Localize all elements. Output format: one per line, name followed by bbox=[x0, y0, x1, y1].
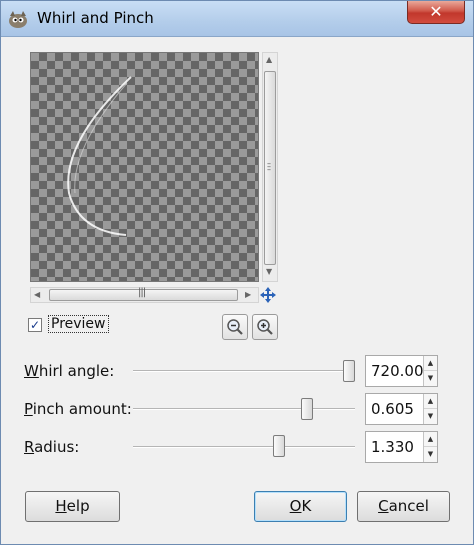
close-icon: ✕ bbox=[429, 2, 443, 21]
preview-checkbox[interactable]: ✓ bbox=[28, 318, 42, 332]
whirl-angle-slider[interactable] bbox=[133, 370, 355, 372]
pinch-amount-label: Pinch amount: bbox=[24, 400, 132, 418]
ok-button[interactable]: OK bbox=[254, 491, 347, 522]
preview-canvas[interactable] bbox=[30, 52, 259, 282]
preview-horizontal-scrollbar[interactable]: ◀ ||| ▶ bbox=[30, 287, 259, 303]
radius-slider[interactable] bbox=[133, 446, 355, 448]
preview-label: Preview bbox=[48, 315, 109, 333]
title-bar[interactable]: Whirl and Pinch ✕ bbox=[1, 1, 473, 37]
vertical-scroll-thumb[interactable]: – – – bbox=[264, 71, 276, 265]
scroll-right-icon[interactable]: ▶ bbox=[245, 290, 251, 299]
navigate-icon[interactable] bbox=[259, 286, 277, 304]
zoom-out-button[interactable] bbox=[222, 314, 248, 340]
whirl-angle-value[interactable]: 720.00 bbox=[371, 362, 424, 380]
preview-vertical-scrollbar[interactable]: ▲ – – – ▼ bbox=[262, 52, 278, 282]
zoom-out-icon bbox=[227, 319, 243, 335]
increment-icon[interactable]: ▲ bbox=[424, 356, 437, 371]
cancel-button[interactable]: Cancel bbox=[357, 491, 450, 522]
radius-spinbox[interactable]: 1.330 ▲ ▼ bbox=[365, 431, 438, 463]
whirl-angle-slider-handle[interactable] bbox=[343, 360, 355, 382]
scroll-up-icon[interactable]: ▲ bbox=[266, 55, 272, 64]
radius-value[interactable]: 1.330 bbox=[371, 438, 414, 456]
checkmark-icon: ✓ bbox=[29, 318, 41, 332]
whirl-preview-image bbox=[67, 76, 132, 236]
help-button[interactable]: Help bbox=[25, 491, 120, 522]
grip-icon: ||| bbox=[138, 287, 146, 298]
pinch-amount-slider[interactable] bbox=[133, 408, 355, 410]
scroll-left-icon[interactable]: ◀ bbox=[34, 290, 40, 299]
increment-icon[interactable]: ▲ bbox=[424, 432, 437, 447]
window-title: Whirl and Pinch bbox=[37, 9, 154, 27]
increment-icon[interactable]: ▲ bbox=[424, 394, 437, 409]
grip-icon: – – – bbox=[267, 159, 271, 174]
scroll-down-icon[interactable]: ▼ bbox=[266, 267, 272, 276]
radius-label: Radius: bbox=[24, 438, 80, 456]
decrement-icon[interactable]: ▼ bbox=[424, 409, 437, 424]
whirl-angle-spinbox[interactable]: 720.00 ▲ ▼ bbox=[365, 355, 438, 387]
radius-slider-handle[interactable] bbox=[273, 435, 285, 457]
whirl-angle-label: Whirl angle: bbox=[24, 362, 115, 380]
zoom-in-button[interactable] bbox=[252, 314, 278, 340]
decrement-icon[interactable]: ▼ bbox=[424, 447, 437, 462]
zoom-in-icon bbox=[257, 319, 273, 335]
pinch-amount-spinbox[interactable]: 0.605 ▲ ▼ bbox=[365, 393, 438, 425]
decrement-icon[interactable]: ▼ bbox=[424, 371, 437, 386]
pinch-amount-value[interactable]: 0.605 bbox=[371, 400, 414, 418]
horizontal-scroll-thumb[interactable]: ||| bbox=[49, 287, 238, 301]
close-button[interactable]: ✕ bbox=[407, 1, 465, 24]
gimp-icon bbox=[9, 11, 27, 28]
pinch-amount-slider-handle[interactable] bbox=[301, 398, 313, 420]
